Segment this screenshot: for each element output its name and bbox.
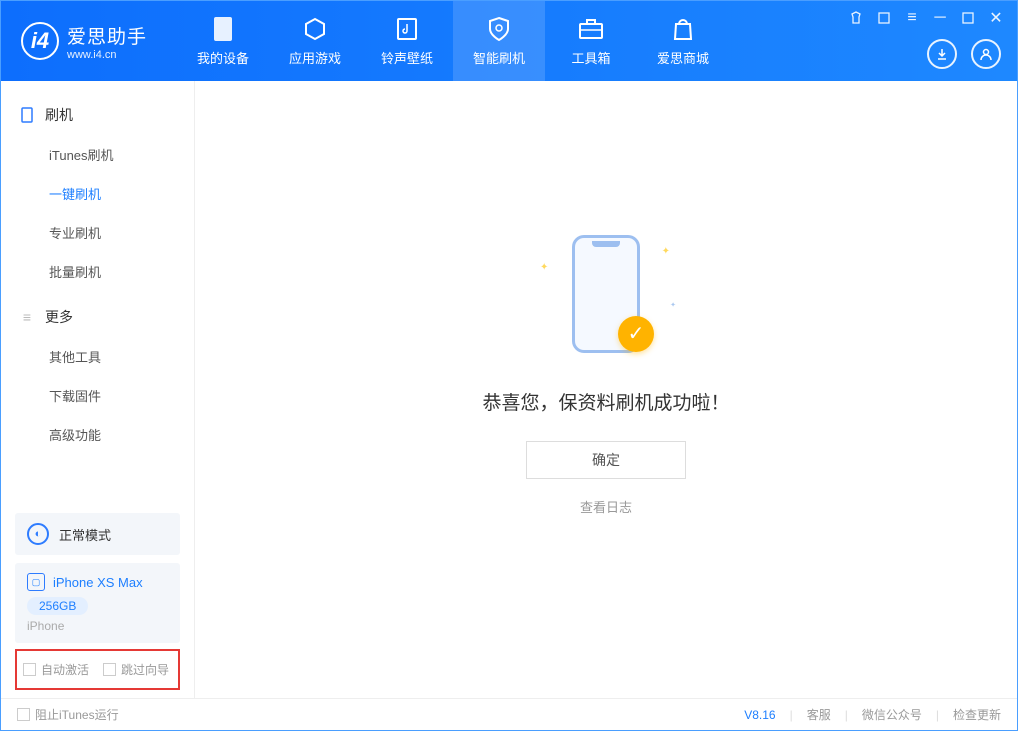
tab-label: 智能刷机 xyxy=(473,48,525,67)
footer-link-support[interactable]: 客服 xyxy=(807,706,831,723)
music-icon xyxy=(394,16,420,42)
sidebar-item-pro-flash[interactable]: 专业刷机 xyxy=(1,213,194,252)
device-name-label: iPhone XS Max xyxy=(53,575,143,590)
device-small-icon: ▢ xyxy=(27,573,45,591)
skin-icon[interactable] xyxy=(847,9,865,27)
footer-link-update[interactable]: 检查更新 xyxy=(953,706,1001,723)
sidebar-section-flash: 刷机 iTunes刷机 一键刷机 专业刷机 批量刷机 xyxy=(1,99,194,291)
device-icon xyxy=(210,16,236,42)
sidebar-section-more: ≡ 更多 其他工具 下载固件 高级功能 xyxy=(1,301,194,454)
tab-store[interactable]: 爱思商城 xyxy=(637,1,729,81)
checkbox-label: 阻止iTunes运行 xyxy=(35,706,119,723)
tab-label: 铃声壁纸 xyxy=(381,48,433,67)
app-title: 爱思助手 xyxy=(67,22,147,49)
maximize-button[interactable] xyxy=(959,9,977,27)
settings-icon[interactable] xyxy=(875,9,893,27)
status-label: 正常模式 xyxy=(59,525,111,544)
view-log-link[interactable]: 查看日志 xyxy=(580,497,632,516)
checkbox-icon xyxy=(23,663,36,676)
tab-ringtone-wallpaper[interactable]: 铃声壁纸 xyxy=(361,1,453,81)
main-content: ✦ ✦ ✦ ✓ 恭喜您，保资料刷机成功啦！ 确定 查看日志 xyxy=(195,81,1017,698)
tab-label: 应用游戏 xyxy=(289,48,341,67)
nav-tabs: 我的设备 应用游戏 铃声壁纸 智能刷机 工具箱 爱思商城 xyxy=(177,1,729,81)
sidebar-item-advanced[interactable]: 高级功能 xyxy=(1,415,194,454)
success-illustration: ✦ ✦ ✦ ✓ xyxy=(516,224,696,364)
sidebar-item-itunes-flash[interactable]: iTunes刷机 xyxy=(1,135,194,174)
sparkle-icon: ✦ xyxy=(670,301,676,309)
footer-link-wechat[interactable]: 微信公众号 xyxy=(862,706,922,723)
checkbox-icon xyxy=(103,663,116,676)
sidebar-header-more: ≡ 更多 xyxy=(1,301,194,337)
auto-activate-checkbox[interactable]: 自动激活 xyxy=(23,661,89,678)
sidebar-item-other-tools[interactable]: 其他工具 xyxy=(1,337,194,376)
logo-icon: i4 xyxy=(21,22,59,60)
block-itunes-checkbox[interactable]: 阻止iTunes运行 xyxy=(17,706,119,723)
device-type-label: iPhone xyxy=(27,619,168,633)
status-card[interactable]: ◐ 正常模式 xyxy=(15,513,180,555)
app-header: i4 爱思助手 www.i4.cn 我的设备 应用游戏 铃声壁纸 智能刷机 工具… xyxy=(1,1,1017,81)
sidebar-header-flash: 刷机 xyxy=(1,99,194,135)
confirm-button[interactable]: 确定 xyxy=(526,441,686,479)
footer: 阻止iTunes运行 V8.16 | 客服 | 微信公众号 | 检查更新 xyxy=(1,698,1017,730)
minimize-button[interactable]: ─ xyxy=(931,9,949,27)
tab-my-device[interactable]: 我的设备 xyxy=(177,1,269,81)
bag-icon xyxy=(670,16,696,42)
user-icon[interactable] xyxy=(971,39,1001,69)
checkbox-label: 跳过向导 xyxy=(121,661,169,678)
sidebar-section-title: 刷机 xyxy=(45,105,73,125)
status-indicator-icon: ◐ xyxy=(27,523,49,545)
device-card[interactable]: ▢ iPhone XS Max 256GB iPhone xyxy=(15,563,180,643)
tab-label: 我的设备 xyxy=(197,48,249,67)
menu-icon[interactable]: ≡ xyxy=(903,9,921,27)
checkbox-icon xyxy=(17,708,30,721)
toolbox-icon xyxy=(578,16,604,42)
tab-toolbox[interactable]: 工具箱 xyxy=(545,1,637,81)
skip-guide-checkbox[interactable]: 跳过向导 xyxy=(103,661,169,678)
tab-label: 工具箱 xyxy=(572,48,611,67)
sidebar-item-batch-flash[interactable]: 批量刷机 xyxy=(1,252,194,291)
tab-smart-flash[interactable]: 智能刷机 xyxy=(453,1,545,81)
phone-outline-icon xyxy=(19,107,35,123)
download-icon[interactable] xyxy=(927,39,957,69)
version-label: V8.16 xyxy=(744,708,775,722)
logo: i4 爱思助手 www.i4.cn xyxy=(1,22,167,61)
header-action-icons xyxy=(927,39,1001,69)
storage-badge: 256GB xyxy=(27,597,88,615)
checkbox-row-highlighted: 自动激活 跳过向导 xyxy=(15,649,180,690)
sidebar-section-title: 更多 xyxy=(45,307,73,327)
check-badge-icon: ✓ xyxy=(618,316,654,352)
sparkle-icon: ✦ xyxy=(662,246,670,257)
checkbox-label: 自动激活 xyxy=(41,661,89,678)
sparkle-icon: ✦ xyxy=(540,262,548,273)
sidebar-item-oneclick-flash[interactable]: 一键刷机 xyxy=(1,174,194,213)
sidebar: 刷机 iTunes刷机 一键刷机 专业刷机 批量刷机 ≡ 更多 其他工具 下载固… xyxy=(1,81,195,698)
list-icon: ≡ xyxy=(19,309,35,325)
close-button[interactable]: ✕ xyxy=(987,9,1005,27)
cube-icon xyxy=(302,16,328,42)
success-message: 恭喜您，保资料刷机成功啦！ xyxy=(482,388,729,415)
tab-apps-games[interactable]: 应用游戏 xyxy=(269,1,361,81)
shield-icon xyxy=(486,16,512,42)
app-subtitle: www.i4.cn xyxy=(67,49,147,61)
sidebar-item-download-firmware[interactable]: 下载固件 xyxy=(1,376,194,415)
tab-label: 爱思商城 xyxy=(657,48,709,67)
window-controls: ≡ ─ ✕ xyxy=(847,9,1005,27)
